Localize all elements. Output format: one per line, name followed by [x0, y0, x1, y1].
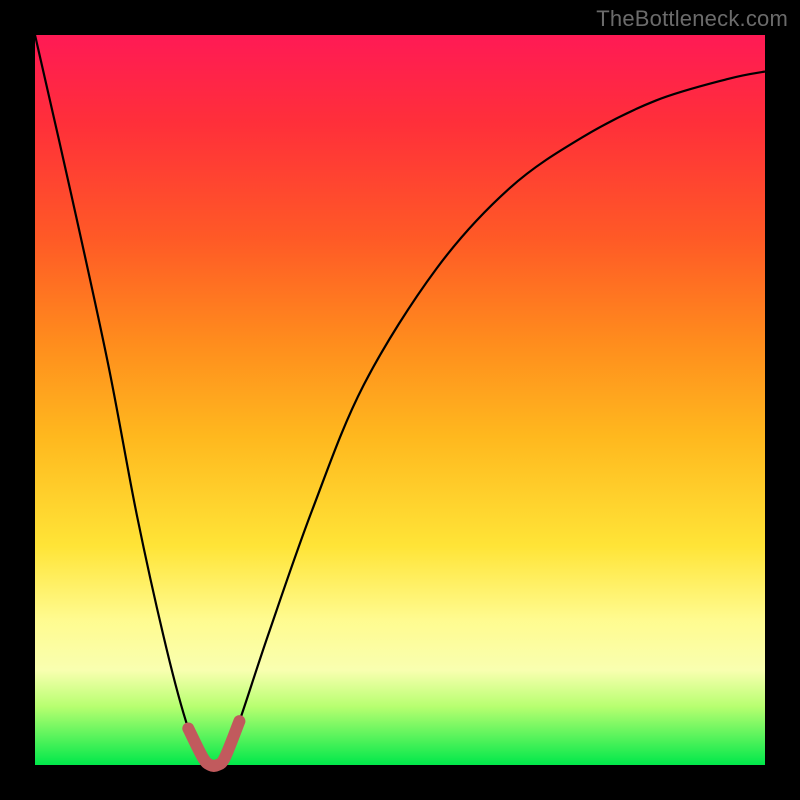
curve-svg	[35, 35, 765, 765]
optimal-region-marker	[188, 721, 239, 766]
plot-area	[35, 35, 765, 765]
bottleneck-curve	[35, 35, 765, 766]
watermark-text: TheBottleneck.com	[596, 6, 788, 32]
chart-frame: TheBottleneck.com	[0, 0, 800, 800]
